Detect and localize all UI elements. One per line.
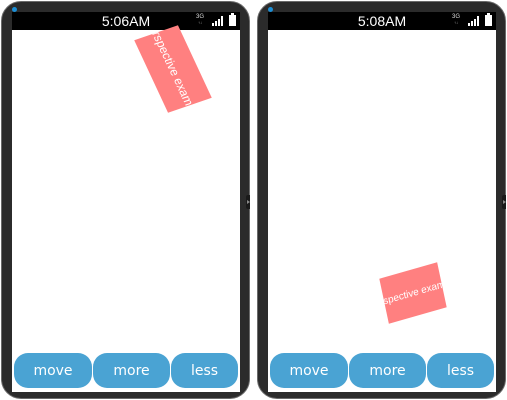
signal-icon — [212, 16, 224, 26]
button-bar: move more less — [268, 353, 496, 388]
status-bar: 5:08AM 3G ↑↓ — [268, 12, 496, 30]
phone-frame-right: 5:08AM 3G ↑↓ Perspective example move mo… — [257, 1, 506, 399]
status-clock: 5:06AM — [101, 13, 151, 29]
more-button[interactable]: more — [93, 353, 170, 388]
less-button[interactable]: less — [171, 353, 238, 388]
network-activity: ↑↓ — [453, 20, 458, 25]
screen-right: 5:08AM 3G ↑↓ Perspective example move mo… — [268, 12, 496, 392]
perspective-card: Perspective example — [134, 25, 212, 113]
network-indicator: 3G ↑↓ — [452, 14, 460, 26]
more-button[interactable]: more — [349, 353, 426, 388]
status-clock: 5:08AM — [357, 13, 407, 29]
move-button[interactable]: move — [14, 353, 92, 388]
status-bar: 5:06AM 3G ↑↓ — [12, 12, 240, 30]
side-button[interactable] — [502, 195, 506, 209]
phone-frame-left: 5:06AM 3G ↑↓ Perspective example move mo… — [1, 1, 250, 399]
battery-icon — [229, 13, 236, 26]
side-button[interactable] — [246, 195, 250, 209]
battery-icon — [485, 13, 492, 26]
screen-left: 5:06AM 3G ↑↓ Perspective example move mo… — [12, 12, 240, 392]
button-bar: move more less — [12, 353, 240, 388]
perspective-card: Perspective example — [379, 262, 447, 324]
network-indicator: 3G ↑↓ — [196, 14, 204, 26]
less-button[interactable]: less — [427, 353, 494, 388]
network-activity: ↑↓ — [197, 20, 202, 25]
signal-icon — [468, 16, 480, 26]
move-button[interactable]: move — [270, 353, 348, 388]
